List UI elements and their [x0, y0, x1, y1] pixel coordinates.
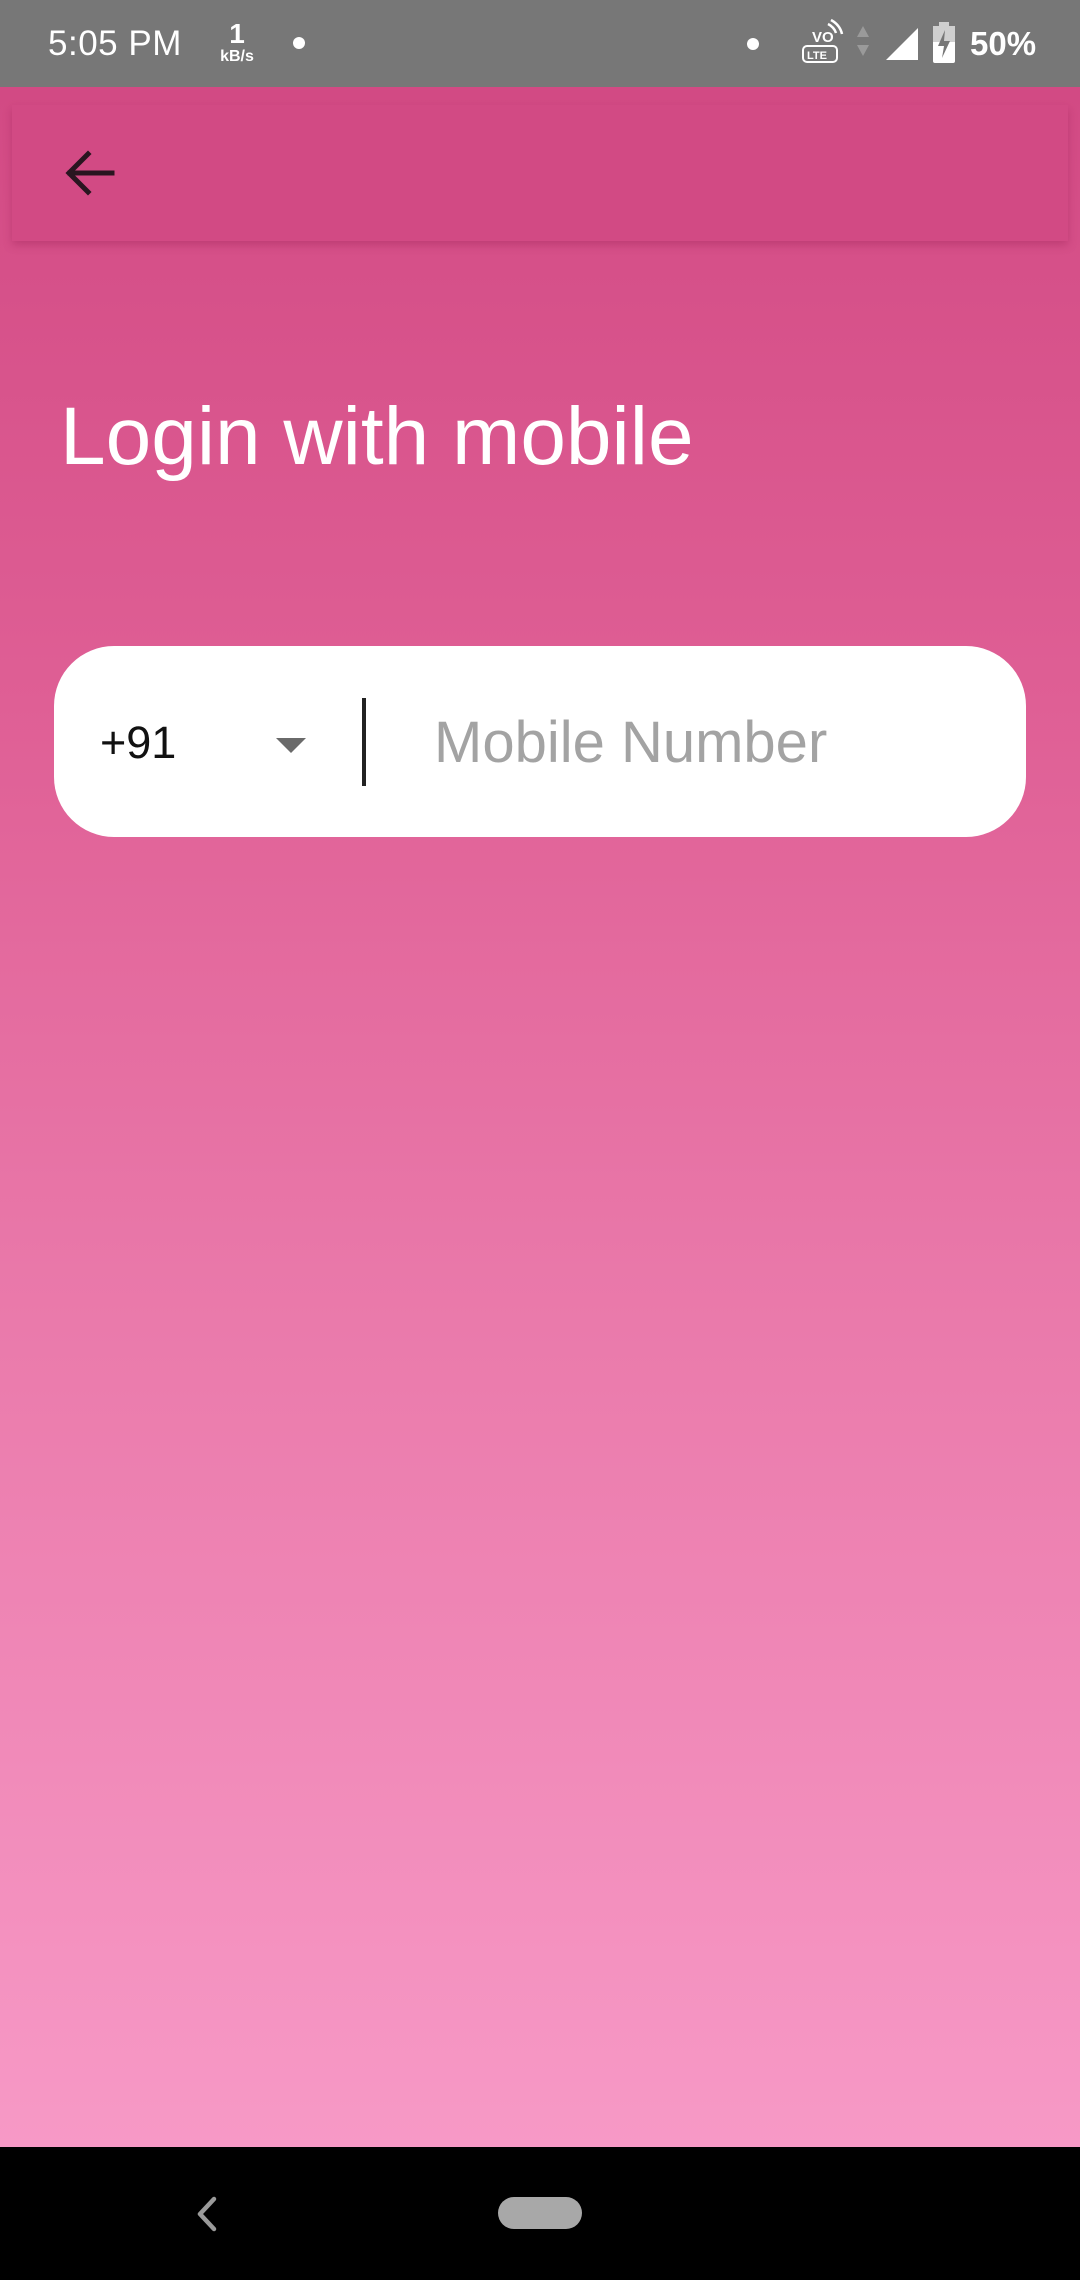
chevron-left-icon[interactable] [186, 2191, 226, 2237]
network-speed: 1 kB/s [212, 20, 262, 65]
status-dot-icon [747, 38, 759, 50]
network-speed-unit: kB/s [220, 48, 254, 65]
volte-icon: VO LTE [802, 18, 844, 63]
data-arrows-icon [857, 26, 869, 56]
status-bar: 5:05 PM 1 kB/s VO LTE 50% [0, 0, 1080, 87]
input-cursor-divider [362, 698, 366, 786]
notification-dot-icon [293, 37, 305, 49]
volte-top-text: VO [812, 29, 834, 46]
signal-icon [886, 28, 918, 60]
back-button[interactable] [42, 130, 138, 216]
arrow-left-icon [65, 150, 115, 196]
volte-bottom-text: LTE [807, 50, 827, 62]
system-nav-bar [0, 2147, 1080, 2280]
network-speed-value: 1 [229, 18, 245, 49]
country-code-select[interactable]: +91 [84, 686, 364, 796]
country-code-value: +91 [100, 717, 177, 768]
status-time: 5:05 PM [48, 24, 182, 63]
battery-charging-icon [933, 22, 955, 63]
triangle-down-icon [276, 738, 306, 753]
battery-percent: 50% [970, 25, 1037, 62]
app-screen: Login with mobile +91 [0, 87, 1080, 2147]
mobile-number-input[interactable] [422, 694, 994, 790]
toolbar [12, 105, 1068, 241]
phone-input-card: +91 [54, 646, 1026, 837]
home-pill-icon[interactable] [498, 2197, 582, 2229]
page-title: Login with mobile [60, 391, 694, 482]
